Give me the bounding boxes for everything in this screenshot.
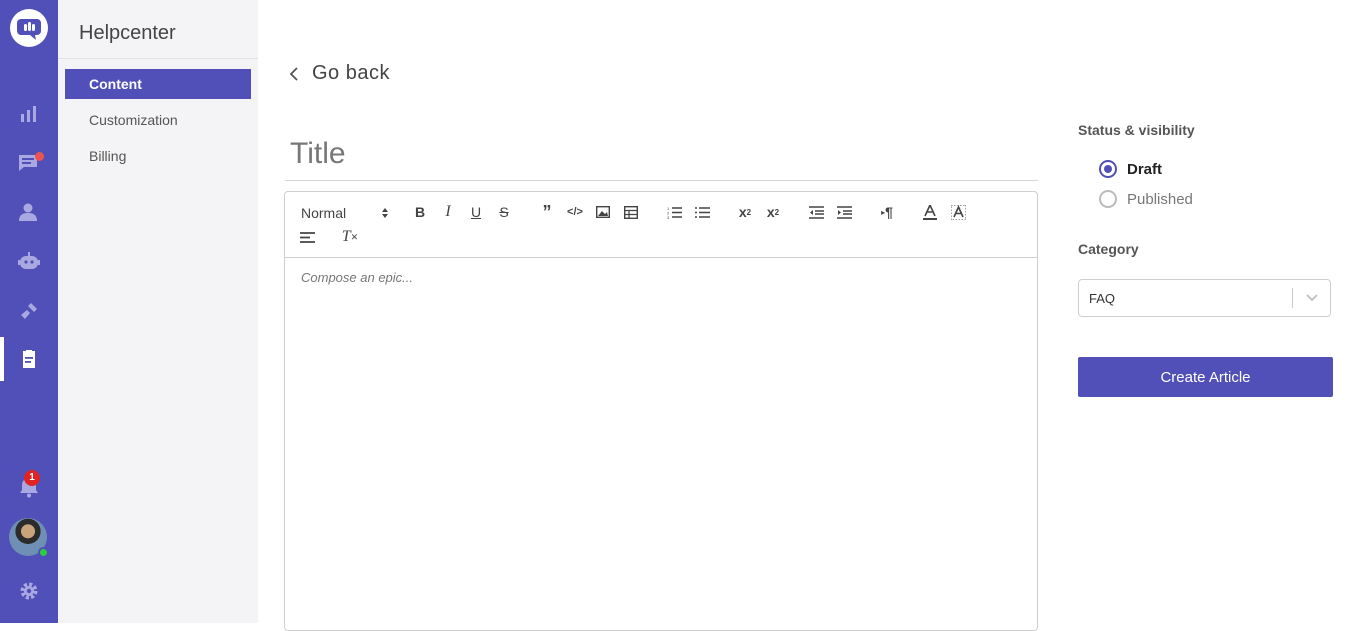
format-select[interactable]: Normal [301,203,389,223]
ordered-list-icon[interactable]: 123 [663,202,685,222]
sidebar-item-content[interactable]: Content [65,69,251,99]
image-icon[interactable] [592,202,614,222]
status-radio-draft[interactable]: Draft [1099,160,1162,178]
italic-icon[interactable]: I [437,202,459,222]
status-published-label: Published [1127,190,1193,208]
blockquote-icon[interactable]: ” [536,202,558,222]
sidebar-item-customization[interactable]: Customization [65,105,251,135]
sidebar-item-billing[interactable]: Billing [65,141,251,171]
sidebar-divider [58,58,258,59]
category-select[interactable]: FAQ [1078,279,1331,317]
updown-icon [382,208,388,218]
rich-text-editor: Normal B I U S ” </> 123 x2 x2 ▸ ¶ T ✕ C… [284,191,1038,631]
text-direction-icon[interactable]: ▸ ¶ [876,202,898,222]
text-color-icon[interactable] [919,202,941,222]
active-indicator [0,337,4,381]
chat-logo-icon[interactable] [10,9,48,47]
icon-rail: 1 [0,0,58,623]
notification-badge: 1 [24,470,40,486]
table-icon[interactable] [620,202,642,222]
create-article-button[interactable]: Create Article [1078,357,1333,397]
align-icon[interactable] [296,227,318,247]
helpcenter-sidebar: Helpcenter Content Customization Billing [58,0,258,623]
chevron-left-icon [289,66,298,81]
outdent-icon[interactable] [805,202,827,222]
status-draft-label: Draft [1127,160,1163,178]
avatar[interactable] [9,518,49,558]
unread-dot [35,152,44,161]
title-input[interactable] [285,128,1038,181]
indent-icon[interactable] [833,202,855,222]
bullet-list-icon[interactable] [691,202,713,222]
code-icon[interactable]: </> [564,202,586,222]
subscript-icon[interactable]: x2 [734,202,756,222]
settings-icon[interactable] [14,576,44,606]
contacts-icon[interactable] [14,197,44,227]
sidebar-heading: Helpcenter [79,22,176,44]
radio-circle [1099,160,1117,178]
analytics-icon[interactable] [14,99,44,129]
chevron-down-icon [1293,294,1330,302]
superscript-icon[interactable]: x2 [762,202,784,222]
clear-format-icon[interactable]: T ✕ [339,227,361,247]
background-color-icon[interactable] [947,202,969,222]
editor-toolbar: Normal B I U S ” </> 123 x2 x2 ▸ ¶ T ✕ [285,192,1037,258]
category-label: Category [1078,241,1139,257]
category-value: FAQ [1089,290,1116,306]
radio-circle [1099,190,1117,208]
status-radio-published[interactable]: Published [1099,190,1193,208]
format-select-value: Normal [301,205,347,221]
conversations-icon[interactable] [14,148,44,178]
status-visibility-label: Status & visibility [1078,122,1195,138]
underline-icon[interactable]: U [465,202,487,222]
bold-icon[interactable]: B [409,202,431,222]
strikethrough-icon[interactable]: S [493,202,515,222]
editor-placeholder[interactable]: Compose an epic... [301,270,413,285]
go-back-label: Go back [312,62,390,84]
svg-text:3: 3 [667,215,670,219]
bot-icon[interactable] [14,247,44,277]
go-back-link[interactable]: Go back [288,62,390,85]
integrations-icon[interactable] [14,296,44,326]
helpcenter-icon[interactable] [14,344,44,374]
online-status-dot [38,547,49,558]
